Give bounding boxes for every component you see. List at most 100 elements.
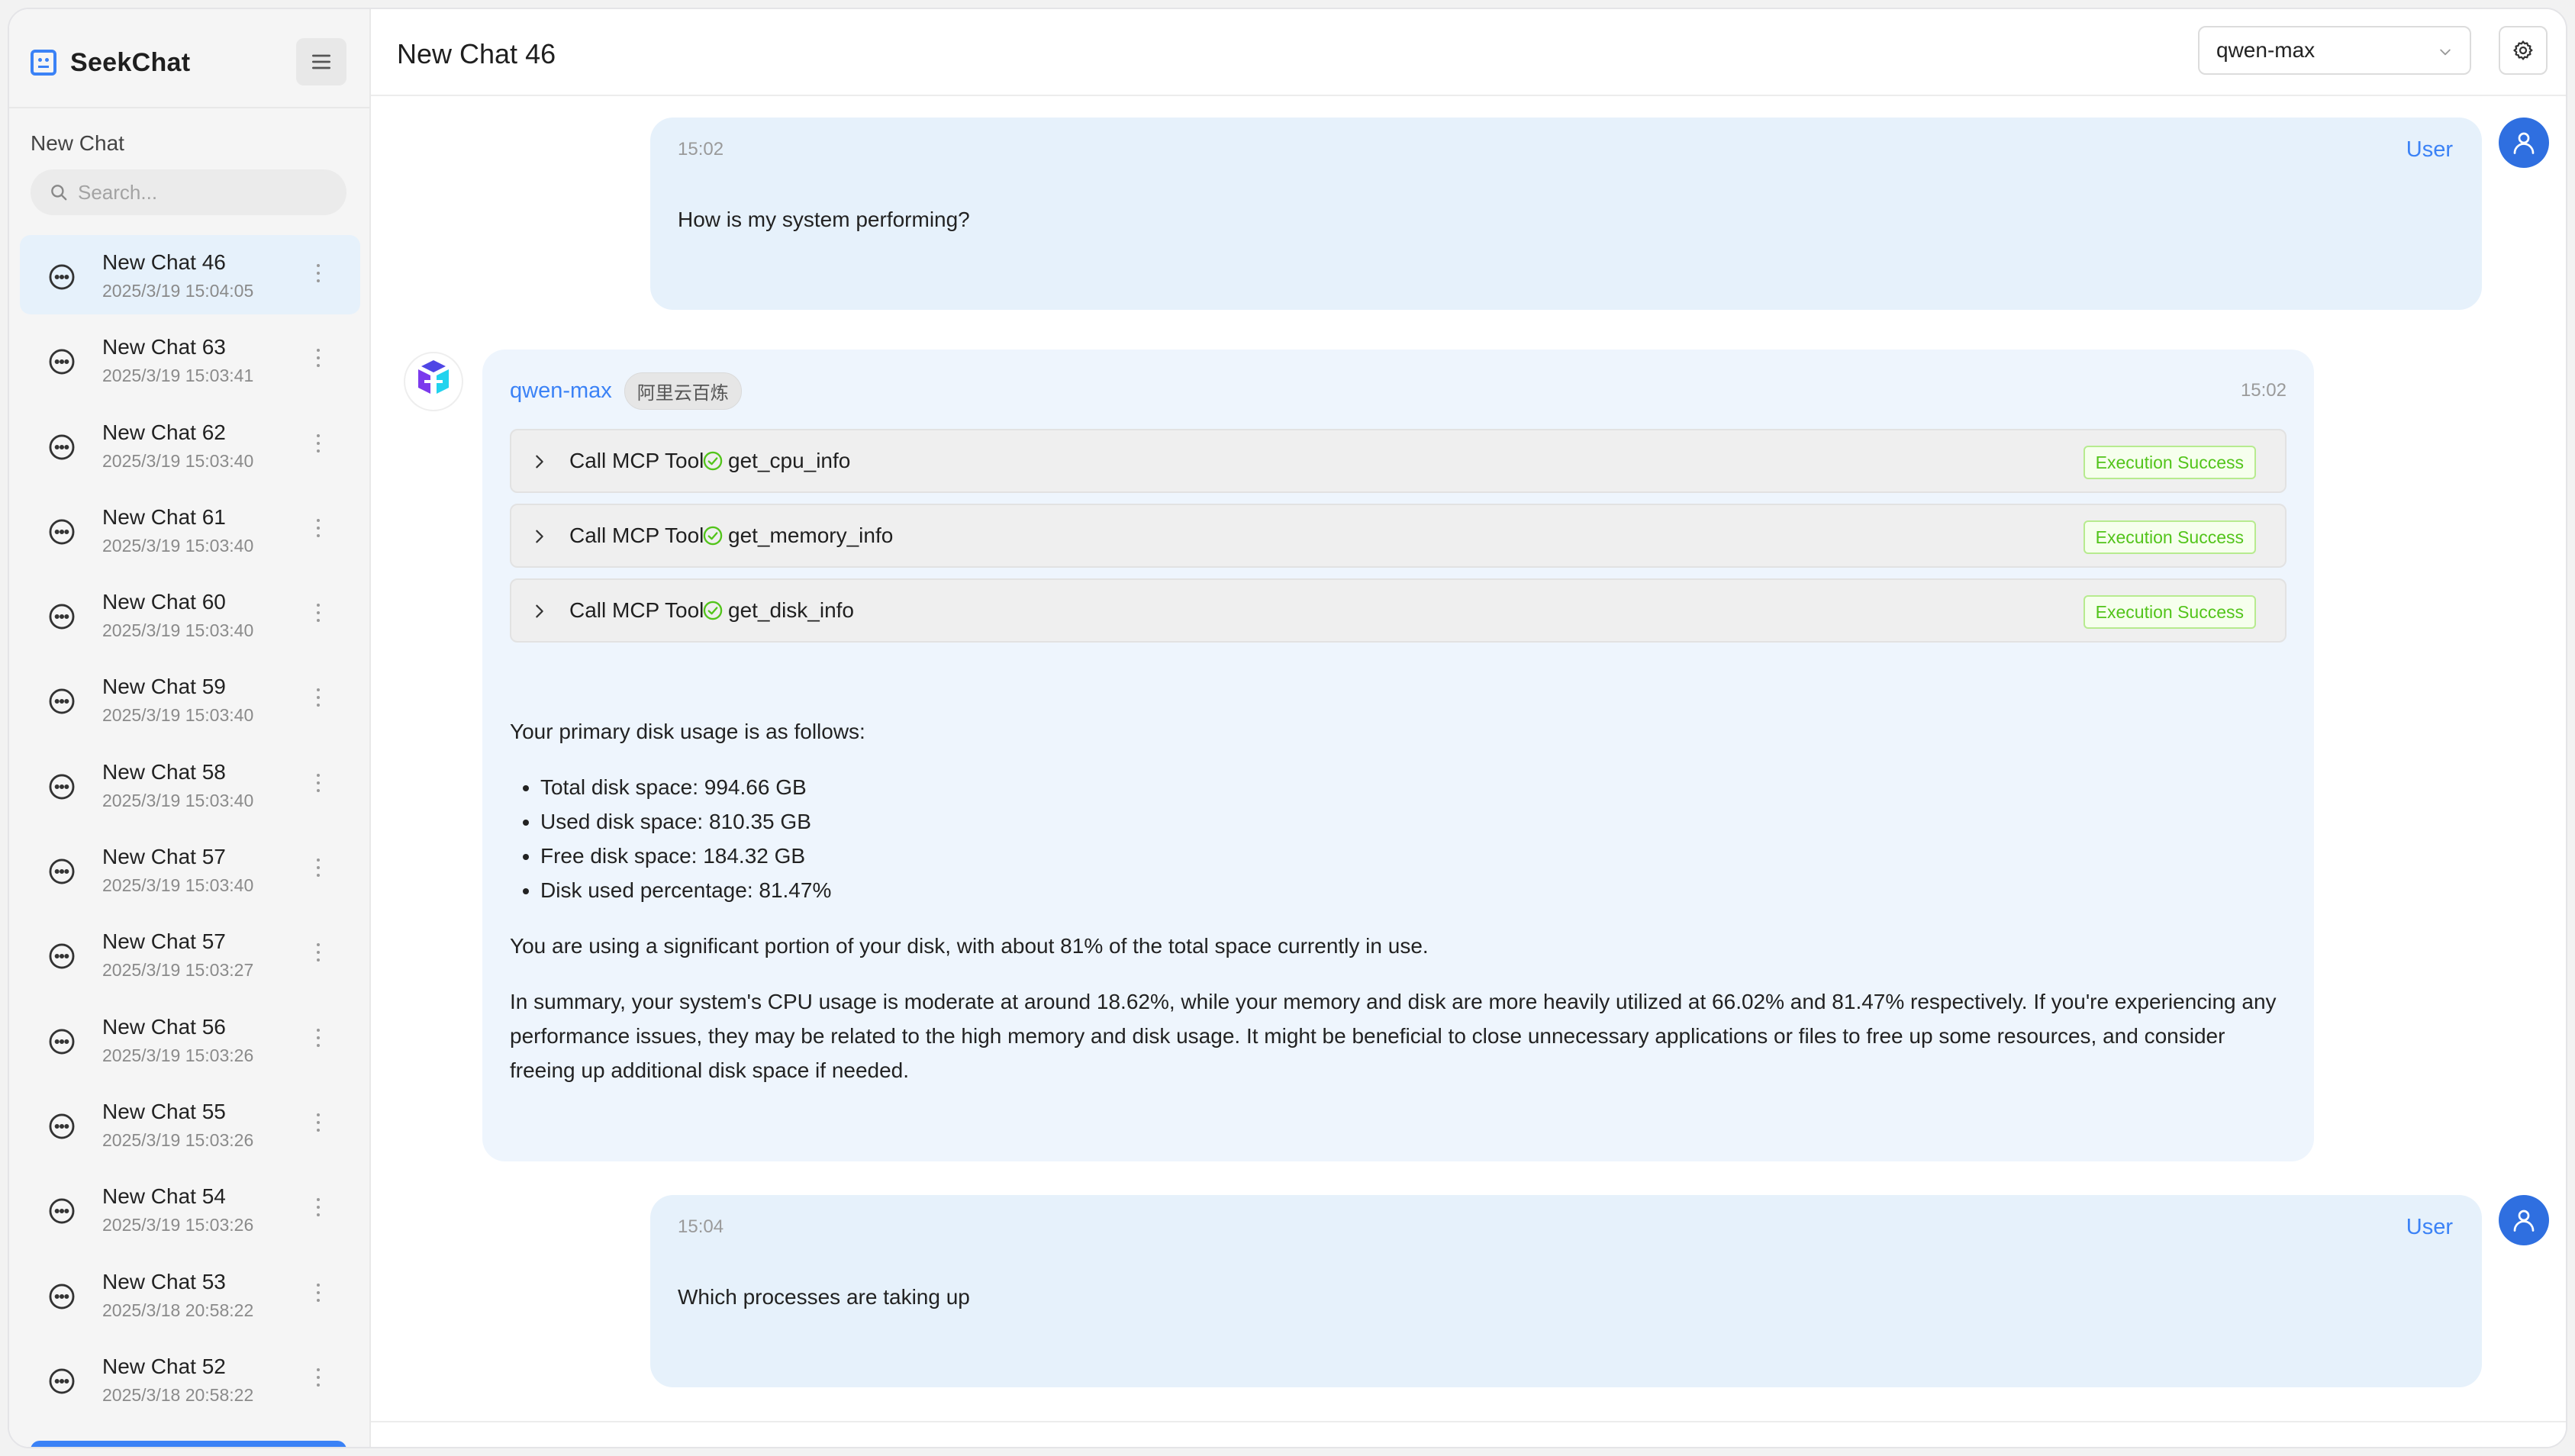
menu-icon — [312, 54, 330, 69]
bullet-item: Total disk space: 994.66 GB — [540, 770, 2280, 804]
chat-list-item[interactable]: New Chat 54 2025/3/19 15:03:26 — [20, 1169, 360, 1248]
more-vertical-icon[interactable] — [314, 518, 322, 542]
status-badge: Execution Success — [2083, 520, 2256, 554]
more-vertical-icon[interactable] — [314, 433, 322, 457]
chat-date: 2025/3/19 15:03:40 — [102, 705, 254, 726]
message-paragraph: In summary, your system's CPU usage is m… — [510, 990, 2277, 1082]
tool-name: get_disk_info — [728, 598, 855, 622]
more-vertical-icon[interactable] — [314, 773, 322, 797]
chat-bubble-icon — [47, 1112, 76, 1141]
user-message: 15:04 User Which processes are taking up — [650, 1195, 2482, 1387]
chat-list-item[interactable]: New Chat 63 2025/3/19 15:03:41 — [20, 320, 360, 399]
more-vertical-icon[interactable] — [314, 1113, 322, 1136]
chevron-right-icon[interactable] — [531, 452, 548, 472]
new-chat-button[interactable]: New Chat — [31, 131, 124, 156]
model-select[interactable]: qwen-max — [2198, 26, 2471, 75]
chat-title: New Chat 59 — [102, 675, 226, 699]
chat-list-item[interactable]: New Chat 61 2025/3/19 15:03:40 — [20, 490, 360, 569]
chat-list-item[interactable]: New Chat 57 2025/3/19 15:03:27 — [20, 914, 360, 994]
chevron-right-icon[interactable] — [531, 601, 548, 621]
chat-list-item[interactable]: New Chat 57 2025/3/19 15:03:40 — [20, 829, 360, 909]
menu-toggle-button[interactable] — [296, 38, 346, 85]
more-vertical-icon[interactable] — [314, 349, 322, 372]
user-avatar — [2499, 118, 2549, 168]
chat-title: New Chat 52 — [102, 1354, 226, 1378]
chevron-right-icon[interactable] — [531, 527, 548, 546]
chat-date: 2025/3/19 15:03:40 — [102, 620, 254, 641]
chat-title: New Chat 55 — [102, 1099, 226, 1123]
chat-title: New Chat 57 — [102, 845, 226, 869]
chat-bubble-icon — [47, 602, 76, 631]
chat-bubble-icon — [47, 1282, 76, 1311]
settings-button[interactable] — [2499, 26, 2548, 75]
tool-call-item[interactable]: Call MCP Tool get_memory_info Execution Su… — [510, 504, 2287, 568]
message-author: User — [2406, 137, 2453, 162]
user-avatar-icon — [2513, 132, 2535, 154]
chat-list-item[interactable]: New Chat 52 2025/3/18 20:58:22 — [20, 1339, 360, 1419]
chat-title: New Chat 46 — [102, 250, 226, 274]
tool-call-item[interactable]: Call MCP Tool get_disk_info Execution Succ… — [510, 578, 2287, 643]
chat-bubble-icon — [47, 772, 76, 801]
more-vertical-icon[interactable] — [314, 1367, 322, 1391]
more-vertical-icon[interactable] — [314, 688, 322, 711]
gear-icon — [2513, 40, 2533, 60]
chat-title: New Chat 56 — [102, 1014, 226, 1039]
user-message: 15:02 User How is my system performing? — [650, 118, 2482, 310]
chat-list-item[interactable]: New Chat 53 2025/3/18 20:58:22 — [20, 1255, 360, 1334]
message-text: Which processes are taking up — [678, 1285, 970, 1309]
chat-list-item[interactable]: New Chat 58 2025/3/19 15:03:40 — [20, 745, 360, 824]
search-icon — [51, 185, 67, 201]
chat-list-item[interactable]: New Chat 62 2025/3/19 15:03:40 — [20, 405, 360, 485]
sidebar: SeekChat New Chat New Chat 46 2025/3/19 1… — [9, 9, 371, 1447]
more-vertical-icon[interactable] — [314, 264, 322, 287]
message-author: User — [2406, 1215, 2453, 1239]
chat-date: 2025/3/19 15:03:40 — [102, 790, 254, 810]
more-vertical-icon[interactable] — [314, 1283, 322, 1306]
provider-badge: 阿里云百炼 — [624, 372, 742, 410]
more-vertical-icon[interactable] — [314, 1028, 322, 1052]
bullet-item: Disk used percentage: 81.47% — [540, 873, 2280, 907]
chat-date: 2025/3/19 15:03:26 — [102, 1045, 254, 1065]
more-vertical-icon[interactable] — [314, 604, 322, 627]
chat-date: 2025/3/19 15:03:40 — [102, 875, 254, 896]
chat-title: New Chat 63 — [102, 335, 226, 359]
chat-date: 2025/3/18 20:58:22 — [102, 1300, 254, 1320]
chat-bubble-icon — [47, 857, 76, 886]
more-vertical-icon[interactable] — [314, 858, 322, 881]
chat-bubble-icon — [47, 687, 76, 716]
chat-date: 2025/3/19 15:03:40 — [102, 535, 254, 556]
chevron-down-icon — [2440, 49, 2451, 56]
sidebar-bottom-button[interactable] — [31, 1441, 346, 1447]
search-input[interactable] — [78, 180, 330, 205]
check-circle-icon — [703, 451, 723, 471]
more-vertical-icon[interactable] — [314, 1198, 322, 1221]
tool-call-label: Call MCP Tool — [569, 523, 704, 547]
search-box[interactable] — [31, 169, 346, 215]
chat-title: New Chat 60 — [102, 590, 226, 614]
assistant-header: qwen-max 阿里云百炼 — [510, 372, 742, 410]
chat-date: 2025/3/19 15:03:40 — [102, 450, 254, 471]
chat-list-item[interactable]: New Chat 55 2025/3/19 15:03:26 — [20, 1084, 360, 1164]
sidebar-divider — [9, 107, 369, 108]
chat-list-item[interactable]: New Chat 60 2025/3/19 15:03:40 — [20, 575, 360, 654]
chat-bubble-icon — [47, 263, 76, 292]
user-avatar — [2499, 1195, 2549, 1245]
more-vertical-icon[interactable] — [314, 943, 322, 966]
page-title: New Chat 46 — [397, 38, 556, 69]
chat-title: New Chat 53 — [102, 1269, 226, 1293]
assistant-model-name: qwen-max — [510, 378, 612, 403]
status-badge: Execution Success — [2083, 446, 2256, 479]
chat-list-item[interactable]: New Chat 56 2025/3/19 15:03:26 — [20, 1000, 360, 1079]
chat-title: New Chat 58 — [102, 759, 226, 784]
ai-logo-icon — [404, 352, 463, 411]
tool-call-item[interactable]: Call MCP Tool get_cpu_info Execution Succe… — [510, 429, 2287, 493]
assistant-message: qwen-max 阿里云百炼 15:02 Call MCP Tool get_cp… — [482, 350, 2314, 1161]
chat-list-item[interactable]: New Chat 59 2025/3/19 15:03:40 — [20, 659, 360, 739]
message-paragraph: Your primary disk usage is as follows: — [510, 720, 865, 743]
bullet-item: Free disk space: 184.32 GB — [540, 839, 2280, 873]
chat-date: 2025/3/19 15:03:41 — [102, 366, 254, 386]
chat-date: 2025/3/19 15:03:26 — [102, 1215, 254, 1235]
tool-call-label: Call MCP Tool — [569, 449, 704, 472]
chat-list-item[interactable]: New Chat 46 2025/3/19 15:04:05 — [20, 235, 360, 314]
chat-bubble-icon — [47, 1367, 76, 1396]
